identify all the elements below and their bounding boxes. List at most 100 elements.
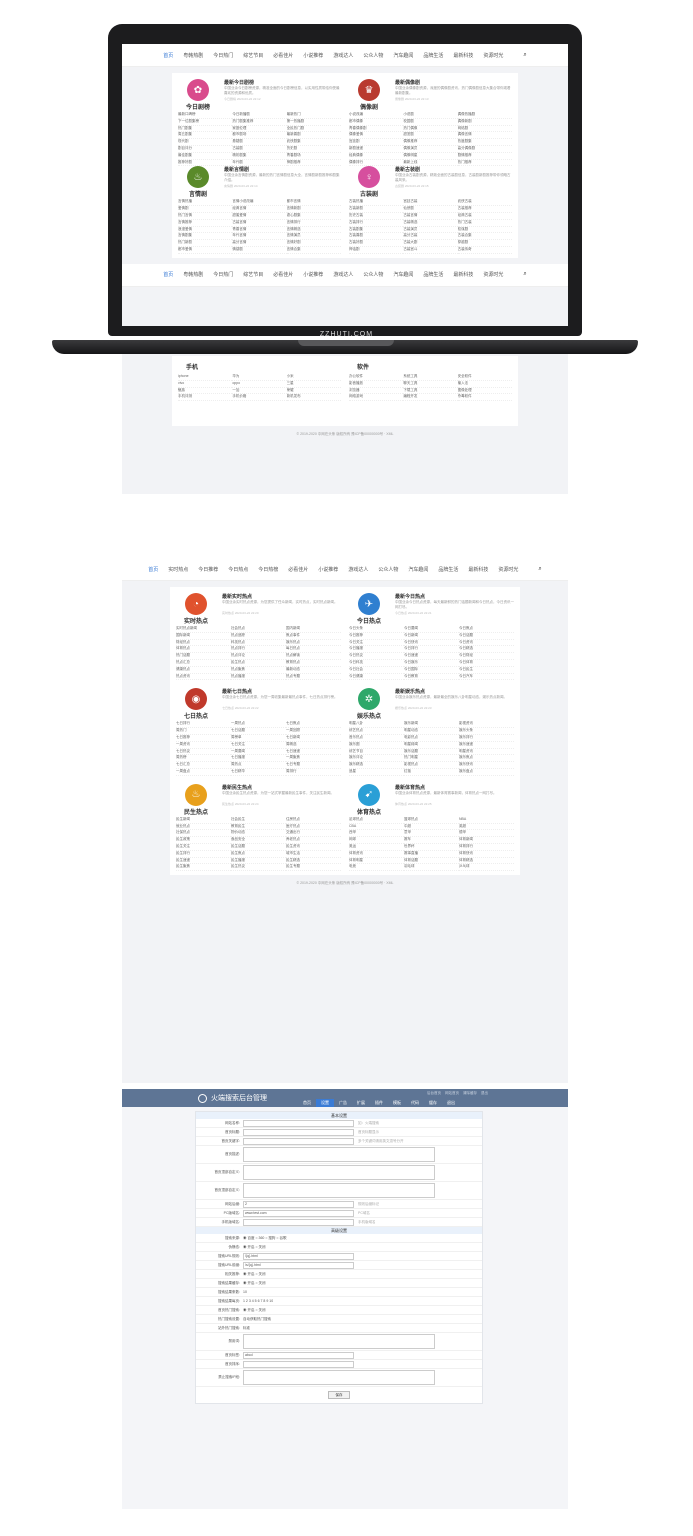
- nav-link[interactable]: 品牌生活: [433, 566, 463, 573]
- list-item-link[interactable]: 音乐热点: [349, 735, 404, 742]
- list-item-link[interactable]: 古装喜剧: [349, 233, 404, 241]
- list-item-link[interactable]: 今日民生: [459, 667, 514, 674]
- list-item-link[interactable]: 综艺热点: [349, 728, 404, 735]
- list-item-link[interactable]: 高分古装: [403, 233, 458, 241]
- list-item-link[interactable]: 今日快讯: [404, 640, 459, 647]
- list-item-link[interactable]: 体育精选: [459, 858, 514, 865]
- list-item-link[interactable]: 民生热议: [231, 864, 286, 872]
- list-item-link[interactable]: 周五剧集: [178, 132, 233, 140]
- list-item-link[interactable]: 下一位剧集榜: [178, 119, 233, 126]
- list-item-link[interactable]: 古装排行: [349, 220, 404, 227]
- list-item-link[interactable]: 民生政策: [176, 837, 231, 844]
- nav-link[interactable]: 品牌生活: [418, 52, 448, 59]
- list-item-link[interactable]: 高分言情: [232, 240, 287, 247]
- list-item-link[interactable]: iphone: [178, 374, 233, 381]
- list-item-link[interactable]: CBA: [349, 824, 404, 831]
- list-item-link[interactable]: 年代剧: [232, 160, 287, 167]
- block-logo[interactable]: ♨ 民生热点: [176, 783, 216, 816]
- list-item-link[interactable]: 手机评测: [178, 394, 233, 402]
- setting-input[interactable]: 2: [243, 1200, 354, 1208]
- list-item-link[interactable]: 德甲: [459, 830, 514, 838]
- list-item-link[interactable]: 健康热点: [176, 667, 231, 674]
- list-item-link[interactable]: 国内新闻: [286, 626, 341, 633]
- list-item-link[interactable]: 偶像明星: [403, 153, 458, 160]
- list-item-link[interactable]: 七日新闻: [286, 735, 341, 742]
- list-item-link[interactable]: 青春言情: [232, 227, 287, 234]
- list-item-link[interactable]: 热点专题: [286, 674, 341, 681]
- list-item-link[interactable]: 精彩剧集: [232, 153, 287, 160]
- list-item-link[interactable]: 古装合集: [457, 233, 512, 241]
- list-item-link[interactable]: 经典言情: [232, 206, 287, 213]
- nav-link[interactable]: 游戏达人: [343, 566, 373, 573]
- list-item-link[interactable]: 热点播报: [231, 674, 286, 681]
- list-item-link[interactable]: 热门推荐: [457, 160, 512, 167]
- list-item-link[interactable]: 今日社会: [349, 667, 404, 674]
- list-item-link[interactable]: 校园剧: [403, 119, 458, 126]
- block-title[interactable]: 最新今日剧榜: [224, 79, 341, 86]
- search-icon[interactable]: ⌕: [533, 566, 546, 573]
- list-item-link[interactable]: 今日新播剧: [232, 112, 287, 119]
- list-item-link[interactable]: 七日专题: [286, 762, 341, 769]
- list-item-link[interactable]: 古装剧: [232, 146, 287, 153]
- list-item-link[interactable]: 古装新剧: [349, 206, 404, 213]
- list-item-link[interactable]: 华为: [232, 374, 287, 381]
- list-item-link[interactable]: 足球热点: [349, 817, 404, 824]
- list-item-link[interactable]: 社会热点: [231, 626, 286, 633]
- setting-textarea[interactable]: [243, 1147, 435, 1162]
- list-item-link[interactable]: 古装大剧: [403, 240, 458, 247]
- list-item-link[interactable]: 最新上线: [403, 160, 458, 167]
- list-item-link[interactable]: NBA: [459, 817, 514, 824]
- list-item-link[interactable]: 民生排行: [176, 851, 231, 858]
- list-item-link[interactable]: 今日科技: [349, 660, 404, 667]
- list-item-link[interactable]: 体育明星: [349, 858, 404, 865]
- nav-link[interactable]: 游戏达人: [328, 52, 358, 59]
- list-item-link[interactable]: 社保热点: [176, 830, 231, 838]
- list-item-link[interactable]: 浏览器: [349, 388, 404, 395]
- nav-link[interactable]: 今日热门: [208, 52, 238, 59]
- list-item-link[interactable]: 今日国际: [404, 667, 459, 674]
- list-item-link[interactable]: 今日健康: [349, 674, 404, 681]
- setting-input[interactable]: [243, 1218, 354, 1226]
- nav-link[interactable]: 资源时光: [478, 52, 508, 59]
- list-item-link[interactable]: 住房热点: [286, 817, 341, 824]
- list-item-link[interactable]: 言情演员: [286, 233, 341, 241]
- list-item-link[interactable]: 聊天工具: [403, 381, 458, 388]
- list-item-link[interactable]: 偶像排行: [349, 160, 404, 167]
- list-item-link[interactable]: 杀毒软件: [457, 394, 512, 402]
- list-item-link[interactable]: 七日话题: [231, 728, 286, 735]
- list-item-link[interactable]: 都市偶像: [349, 119, 404, 126]
- list-item-link[interactable]: 七日热议: [176, 749, 231, 756]
- nav-link[interactable]: 最新科技: [448, 52, 478, 59]
- list-item-link[interactable]: 实时热点新闻: [176, 626, 231, 633]
- list-item-link[interactable]: 热点聚焦: [231, 667, 286, 674]
- nav-link[interactable]: 今日热榜: [253, 566, 283, 573]
- nav-link[interactable]: 必看佳片: [268, 52, 298, 59]
- list-item-link[interactable]: 热点排行: [231, 646, 286, 654]
- list-item-link[interactable]: 宫廷剧: [349, 139, 404, 146]
- list-item-link[interactable]: 古装宫斗: [403, 247, 458, 254]
- list-item-link[interactable]: 今日播报: [349, 646, 404, 654]
- setting-input[interactable]: [243, 1128, 354, 1136]
- list-item-link[interactable]: 今日财经: [459, 653, 514, 660]
- setting-textarea[interactable]: [243, 1334, 435, 1349]
- list-item-link[interactable]: 第一热播剧: [286, 119, 341, 126]
- list-item-link[interactable]: 七日播报: [231, 755, 286, 763]
- list-item-link[interactable]: 言情新剧: [286, 206, 341, 213]
- list-item-link[interactable]: 赛事直播: [404, 851, 459, 858]
- list-item-link[interactable]: 今日精选: [459, 646, 514, 654]
- list-item-link[interactable]: 就业热点: [176, 824, 231, 831]
- list-item-link[interactable]: 周榜单: [231, 735, 286, 742]
- list-item-link[interactable]: 剧情推荐: [457, 153, 512, 160]
- setting-input[interactable]: [243, 1119, 354, 1127]
- list-item-link[interactable]: 明星八卦: [349, 721, 404, 729]
- list-item-link[interactable]: 最新喜剧: [286, 132, 341, 140]
- list-item-link[interactable]: 偶像演员: [403, 146, 458, 153]
- list-item-link[interactable]: 养老热点: [286, 837, 341, 844]
- block-title[interactable]: 最新偶像剧: [395, 79, 512, 86]
- block-logo[interactable]: ♛ 偶像剧: [349, 79, 389, 111]
- list-item-link[interactable]: 经典偶像: [349, 153, 404, 160]
- list-item-link[interactable]: vivo: [178, 381, 233, 388]
- list-item-link[interactable]: 教育热点: [286, 660, 341, 667]
- list-item-link[interactable]: 民生精选: [286, 858, 341, 865]
- nav-link[interactable]: 游戏达人: [328, 271, 358, 278]
